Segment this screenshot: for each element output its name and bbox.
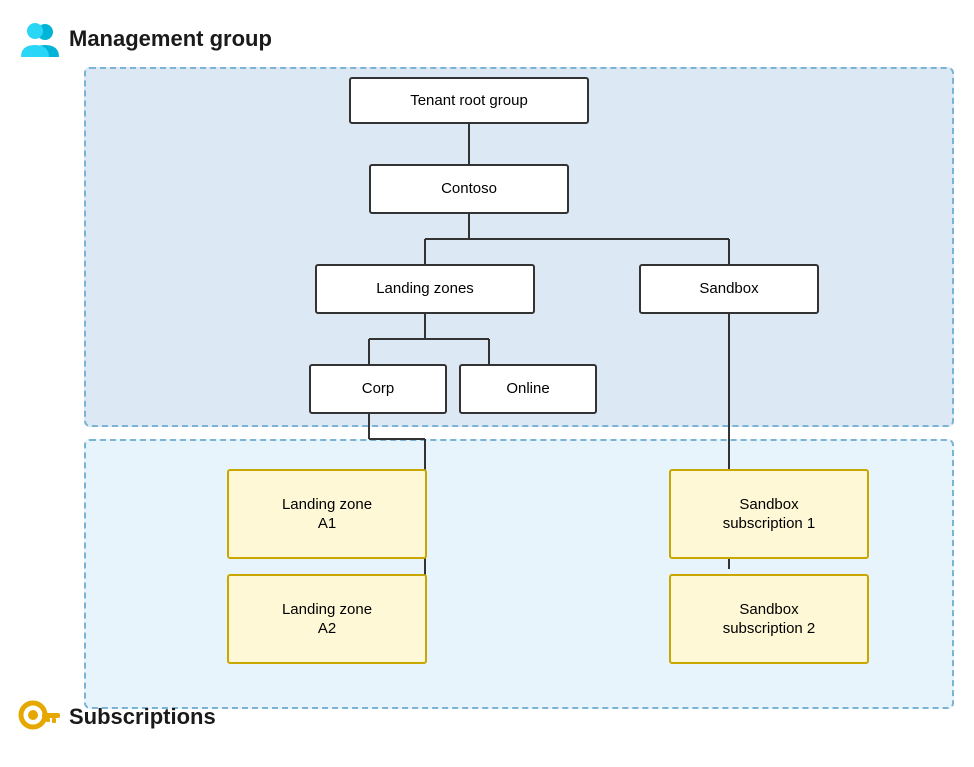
tenant-root-group-box: Tenant root group <box>349 77 589 124</box>
corp-box: Corp <box>309 364 447 414</box>
contoso-box: Contoso <box>369 164 569 214</box>
diagram-container: Tenant root group Contoso Landing zones … <box>9 9 969 749</box>
subscriptions-label: Subscriptions <box>17 695 216 739</box>
management-group-label: Management group <box>17 19 272 59</box>
sandbox-sub2-box: Sandboxsubscription 2 <box>669 574 869 664</box>
key-icon <box>17 695 61 739</box>
online-box: Online <box>459 364 597 414</box>
landing-zones-box: Landing zones <box>315 264 535 314</box>
people-icon <box>17 19 61 59</box>
landing-zone-a1-box: Landing zoneA1 <box>227 469 427 559</box>
sandbox-sub1-box: Sandboxsubscription 1 <box>669 469 869 559</box>
sandbox-mgmt-box: Sandbox <box>639 264 819 314</box>
landing-zone-a2-box: Landing zoneA2 <box>227 574 427 664</box>
